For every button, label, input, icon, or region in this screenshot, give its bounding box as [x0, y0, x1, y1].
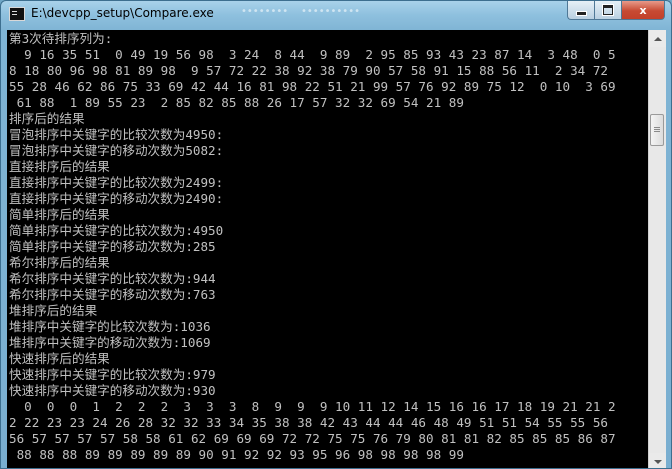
console-line: 希尔排序中关键字的比较次数为:944 — [9, 271, 216, 286]
console-output[interactable]: 第3次待排序列为: 9 16 35 51 0 49 19 56 98 3 24 … — [7, 30, 648, 468]
window-frame-right — [666, 30, 671, 468]
console-line: 简单排序中关键字的比较次数为:4950 — [9, 223, 224, 238]
maximize-icon — [603, 5, 613, 15]
close-icon: x — [639, 3, 647, 17]
console-line: 88 88 88 89 89 89 89 89 90 91 92 92 93 9… — [9, 447, 464, 462]
console-line: 堆排序后的结果 — [9, 303, 98, 318]
console-line: 8 18 80 96 98 81 89 98 9 57 72 22 38 92 … — [9, 63, 608, 78]
console-line: 直接排序中关键字的移动次数为2490: — [9, 191, 224, 206]
console-line: 简单排序后的结果 — [9, 207, 110, 222]
console-line: 2 22 23 23 24 26 28 32 32 33 34 35 38 38… — [9, 415, 608, 430]
console-line: 快速排序中关键字的比较次数为:979 — [9, 367, 216, 382]
window-title: E:\devcpp_setup\Compare.exe — [31, 6, 214, 20]
console-app-icon[interactable] — [9, 7, 25, 21]
console-window: E:\devcpp_setup\Compare.exe •••••••• •••… — [0, 0, 672, 469]
maximize-button[interactable] — [594, 1, 621, 20]
scrollbar-thumb[interactable] — [650, 114, 664, 147]
close-button[interactable]: x — [621, 1, 665, 20]
scroll-up-button[interactable] — [649, 30, 666, 47]
scroll-down-button[interactable] — [649, 453, 666, 468]
background-window-title-2: •••••••••• — [301, 6, 360, 17]
console-line: 快速排序后的结果 — [9, 351, 110, 366]
console-line: 希尔排序后的结果 — [9, 255, 110, 270]
vertical-scrollbar[interactable] — [648, 30, 666, 468]
window-controls: x — [567, 1, 665, 21]
arrow-down-icon — [653, 459, 662, 464]
console-line: 56 57 57 57 57 58 58 61 62 69 69 69 72 7… — [9, 431, 616, 446]
console-line: 堆排序中关键字的比较次数为:1036 — [9, 319, 211, 334]
title-bar[interactable]: E:\devcpp_setup\Compare.exe •••••••• •••… — [1, 1, 671, 29]
console-line: 快速排序中关键字的移动次数为:930 — [9, 383, 216, 398]
console-line: 9 16 35 51 0 49 19 56 98 3 24 8 44 9 89 … — [9, 47, 616, 62]
console-line: 直接排序中关键字的比较次数为2499: — [9, 175, 224, 190]
console-line: 直接排序后的结果 — [9, 159, 110, 174]
arrow-up-icon — [653, 36, 662, 41]
console-line: 55 28 46 62 86 75 33 69 42 44 16 81 98 2… — [9, 79, 616, 94]
console-line: 排序后的结果 — [9, 111, 85, 126]
console-line: 冒泡排序中关键字的比较次数为4950: — [9, 127, 224, 142]
console-line: 61 88 1 89 55 23 2 85 82 85 88 26 17 57 … — [9, 95, 464, 110]
console-line: 第3次待排序列为: — [9, 31, 113, 46]
console-line: 堆排序中关键字的移动次数为:1069 — [9, 335, 211, 350]
console-line: 希尔排序中关键字的移动次数为:763 — [9, 287, 216, 302]
console-line: 简单排序中关键字的移动次数为:285 — [9, 239, 216, 254]
console-line: 冒泡排序中关键字的移动次数为5082: — [9, 143, 224, 158]
minimize-button[interactable] — [567, 1, 594, 20]
background-window-title: •••••••• — [241, 6, 289, 17]
console-line: 0 0 0 1 2 2 2 3 3 3 8 9 9 9 10 11 12 14 … — [9, 399, 616, 414]
minimize-icon — [575, 10, 587, 16]
